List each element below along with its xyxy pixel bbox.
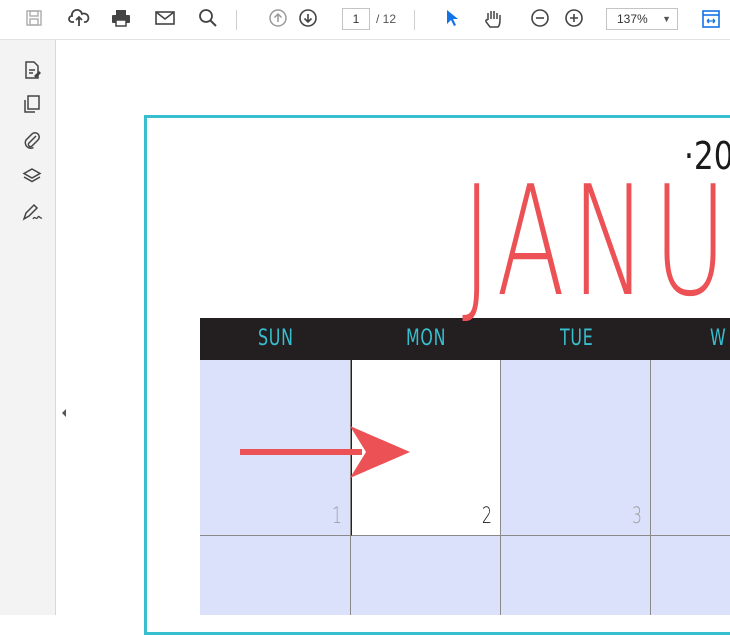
day-number: 1 bbox=[331, 504, 342, 529]
hand-tool-icon[interactable] bbox=[482, 8, 504, 30]
left-tool-rail bbox=[0, 40, 56, 615]
print-icon[interactable] bbox=[110, 8, 132, 28]
fit-page-icon[interactable] bbox=[700, 8, 722, 30]
toolbar-divider bbox=[414, 10, 415, 30]
page-total: / 12 bbox=[376, 12, 397, 26]
zoom-select[interactable]: 137% ▼ bbox=[606, 8, 678, 30]
signature-icon[interactable] bbox=[20, 200, 44, 224]
toolbar: 1 / 12 137% ▼ bbox=[0, 0, 730, 40]
weekday-mon: MON bbox=[406, 326, 447, 351]
weekday-sun: SUN bbox=[258, 326, 294, 351]
calendar-cell bbox=[501, 536, 651, 615]
chevron-down-icon: ▼ bbox=[662, 14, 671, 24]
next-page-icon[interactable] bbox=[298, 8, 318, 28]
weekday-wed: W bbox=[710, 326, 727, 351]
calendar-cell bbox=[651, 360, 730, 536]
attachment-icon[interactable] bbox=[20, 128, 44, 152]
zoom-in-icon[interactable] bbox=[564, 8, 584, 28]
email-icon[interactable] bbox=[154, 8, 176, 28]
day-number: 3 bbox=[631, 504, 642, 529]
calendar-cell bbox=[651, 536, 730, 615]
arrow-right-icon bbox=[236, 424, 412, 485]
edit-document-icon[interactable] bbox=[20, 58, 44, 82]
calendar-month: JANU bbox=[462, 153, 730, 330]
zoom-value: 137% bbox=[617, 12, 648, 26]
pages-icon[interactable] bbox=[20, 92, 44, 116]
calendar-cell bbox=[351, 536, 501, 615]
search-icon[interactable] bbox=[198, 8, 218, 28]
weekday-tue: TUE bbox=[560, 326, 594, 351]
select-cursor-icon[interactable] bbox=[444, 8, 460, 28]
collapse-panel-icon[interactable] bbox=[60, 406, 68, 420]
previous-page-icon[interactable] bbox=[268, 8, 288, 28]
save-icon[interactable] bbox=[24, 8, 44, 28]
toolbar-divider bbox=[236, 10, 237, 30]
day-number: 2 bbox=[481, 504, 492, 529]
zoom-out-icon[interactable] bbox=[530, 8, 550, 28]
calendar-cell: 3 bbox=[501, 360, 651, 536]
layers-icon[interactable] bbox=[20, 164, 44, 188]
calendar-cell bbox=[200, 536, 351, 615]
cloud-upload-icon[interactable] bbox=[68, 8, 90, 28]
page-number-input[interactable]: 1 bbox=[342, 8, 370, 30]
